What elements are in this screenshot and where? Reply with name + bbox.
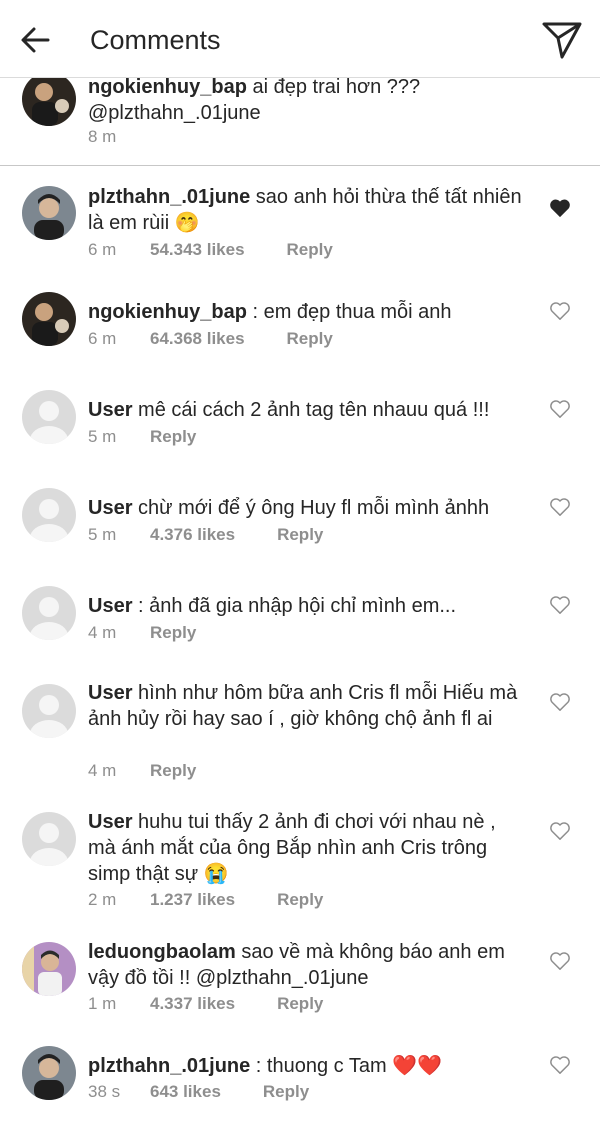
page-title: Comments xyxy=(90,25,221,55)
comment-time: 4 m xyxy=(88,761,117,780)
comment-time: 4 m xyxy=(88,623,117,642)
avatar[interactable] xyxy=(22,488,76,542)
comment-text: User chừ mới để ý ông Huy fl mỗi mình ản… xyxy=(88,495,528,521)
comment-text: plzthahn_.01june : thuong c Tam ❤️❤️ xyxy=(88,1053,528,1079)
heart-outline-icon[interactable] xyxy=(549,595,571,615)
comment-time: 2 m xyxy=(88,890,117,909)
reply-button[interactable]: Reply xyxy=(277,524,323,546)
comment-time: 5 m xyxy=(88,525,117,544)
avatar[interactable] xyxy=(22,812,76,866)
heart-outline-icon[interactable] xyxy=(549,951,571,971)
comment-message: : thuong c Tam ❤️❤️ xyxy=(250,1055,442,1077)
default-avatar-icon xyxy=(22,586,76,640)
comment-meta: 5 m Reply xyxy=(88,426,196,448)
reply-button[interactable]: Reply xyxy=(263,1081,309,1103)
reply-button[interactable]: Reply xyxy=(287,239,333,261)
send-icon[interactable] xyxy=(540,20,584,60)
caption-comment: ngokienhuy_bap ai đẹp trai hơn ??? @plzt… xyxy=(0,78,600,166)
default-avatar-icon xyxy=(22,812,76,866)
comment-time: 1 m xyxy=(88,994,117,1013)
comment-username[interactable]: plzthahn_.01june xyxy=(88,186,250,208)
comment-username[interactable]: User xyxy=(88,682,132,704)
like-count[interactable]: 4.337 likes xyxy=(150,993,235,1015)
default-avatar-icon xyxy=(22,390,76,444)
default-avatar-icon xyxy=(22,684,76,738)
comment-username[interactable]: leduongbaolam xyxy=(88,941,236,963)
avatar-photo-icon xyxy=(22,1046,76,1100)
avatar[interactable] xyxy=(22,292,76,346)
comment-message: : em đẹp thua mỗi anh xyxy=(246,301,452,323)
comment-time: 8 m xyxy=(88,127,117,146)
heart-outline-icon[interactable] xyxy=(549,692,571,712)
comment-text: plzthahn_.01june sao anh hỏi thừa thế tấ… xyxy=(88,184,528,236)
avatar[interactable] xyxy=(22,390,76,444)
like-count[interactable]: 64.368 likes xyxy=(150,328,245,350)
comment-meta: 6 m 54.343 likes Reply xyxy=(88,239,333,261)
heart-outline-icon[interactable] xyxy=(549,497,571,517)
comment-meta: 8 m xyxy=(88,126,150,148)
comment-text: User hình như hôm bữa anh Cris fl mỗi Hi… xyxy=(88,680,528,732)
avatar-photo-icon xyxy=(22,292,76,346)
avatar-photo-icon xyxy=(22,942,76,996)
avatar[interactable] xyxy=(22,186,76,240)
comment-text: ngokienhuy_bap : em đẹp thua mỗi anh xyxy=(88,299,528,325)
avatar[interactable] xyxy=(22,942,76,996)
comment-time: 5 m xyxy=(88,427,117,446)
like-count[interactable]: 54.343 likes xyxy=(150,239,245,261)
avatar[interactable] xyxy=(22,1046,76,1100)
comment-time: 6 m xyxy=(88,240,117,259)
comment-meta: 2 m 1.237 likes Reply xyxy=(88,889,323,911)
top-bar: Comments xyxy=(0,0,600,78)
heart-filled-icon[interactable] xyxy=(549,198,571,218)
reply-button[interactable]: Reply xyxy=(150,426,196,448)
comment-meta: 6 m 64.368 likes Reply xyxy=(88,328,333,350)
comment-text: leduongbaolam sao về mà không báo anh em… xyxy=(88,939,528,991)
avatar-photo-icon xyxy=(22,186,76,240)
heart-outline-icon[interactable] xyxy=(549,821,571,841)
comment-meta: 4 m Reply xyxy=(88,622,196,644)
avatar[interactable] xyxy=(22,586,76,640)
comment-message: chừ mới để ý ông Huy fl mỗi mình ảnhh xyxy=(132,497,490,519)
reply-button[interactable]: Reply xyxy=(150,760,196,782)
heart-outline-icon[interactable] xyxy=(549,399,571,419)
comment-message: : ảnh đã gia nhập hội chỉ mình em... xyxy=(132,595,457,617)
default-avatar-icon xyxy=(22,488,76,542)
comment-username[interactable]: plzthahn_.01june xyxy=(88,1055,250,1077)
comment-message: hình như hôm bữa anh Cris fl mỗi Hiếu mà… xyxy=(88,682,518,730)
avatar-photo-icon xyxy=(22,78,76,126)
comment-text: ngokienhuy_bap ai đẹp trai hơn ??? @plzt… xyxy=(88,78,528,126)
comment-username[interactable]: User xyxy=(88,811,132,833)
back-arrow-icon[interactable] xyxy=(18,22,54,58)
comment-meta: 1 m 4.337 likes Reply xyxy=(88,993,323,1015)
like-count[interactable]: 1.237 likes xyxy=(150,889,235,911)
comment-text: User mê cái cách 2 ảnh tag tên nhauu quá… xyxy=(88,397,528,423)
like-count[interactable]: 4.376 likes xyxy=(150,524,235,546)
like-count[interactable]: 643 likes xyxy=(150,1081,221,1103)
comment-username[interactable]: ngokienhuy_bap xyxy=(88,78,247,98)
comment-meta: 5 m 4.376 likes Reply xyxy=(88,524,323,546)
reply-button[interactable]: Reply xyxy=(287,328,333,350)
comment-username[interactable]: ngokienhuy_bap xyxy=(88,301,247,323)
comment-username[interactable]: User xyxy=(88,595,132,617)
comment-text: User huhu tui thấy 2 ảnh đi chơi với nha… xyxy=(88,809,528,887)
heart-outline-icon[interactable] xyxy=(549,1055,571,1075)
comment-meta: 38 s 643 likes Reply xyxy=(88,1081,309,1103)
reply-button[interactable]: Reply xyxy=(150,622,196,644)
comment-message: mê cái cách 2 ảnh tag tên nhauu quá !!! xyxy=(132,399,490,421)
comment-meta: 4 m Reply xyxy=(88,760,196,782)
avatar[interactable] xyxy=(22,78,76,126)
heart-outline-icon[interactable] xyxy=(549,301,571,321)
reply-button[interactable]: Reply xyxy=(277,889,323,911)
comment-time: 38 s xyxy=(88,1082,121,1101)
comment-time: 6 m xyxy=(88,329,117,348)
comment-username[interactable]: User xyxy=(88,399,132,421)
avatar[interactable] xyxy=(22,684,76,738)
reply-button[interactable]: Reply xyxy=(277,993,323,1015)
comment-message: huhu tui thấy 2 ảnh đi chơi với nhau nè … xyxy=(88,811,496,885)
comment-text: User : ảnh đã gia nhập hội chỉ mình em..… xyxy=(88,593,528,619)
comment-username[interactable]: User xyxy=(88,497,132,519)
